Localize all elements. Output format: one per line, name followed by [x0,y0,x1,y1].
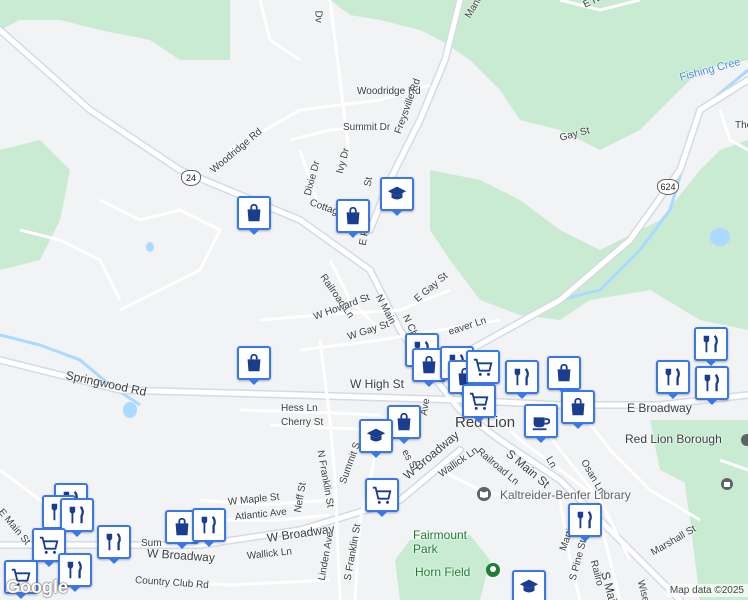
map-attribution[interactable]: Map data ©2025 [665,584,748,597]
restaurant-pin[interactable] [694,327,728,366]
route-624-shield: 624 [657,179,679,195]
landmark-icon [741,434,748,446]
library-icon[interactable] [476,486,492,502]
cafe-pin[interactable] [524,404,558,443]
street-label: Hess Ln [281,403,318,414]
shopping-bag-icon [247,353,261,372]
restaurant-pin[interactable] [97,525,131,564]
grocery-pin[interactable] [365,478,399,517]
shopping-pin[interactable] [336,199,370,238]
pond [146,242,154,252]
shopping-bag-icon [346,206,360,225]
fork-knife-icon [577,511,592,529]
school-pin[interactable] [359,419,393,458]
school-pin[interactable] [380,177,414,216]
street-label: E Broadway [627,401,692,415]
street-label: W High St [350,377,405,391]
fork-knife-icon [514,368,529,386]
fork-knife-icon [201,516,216,534]
fork-knife-icon [704,374,719,392]
park-label: Fairmount Park [413,528,468,556]
park-label: Horn Field [415,565,471,579]
shopping-bag-icon [422,355,436,374]
shopping-bag-icon [557,363,571,382]
graduation-cap-icon [366,428,386,442]
borough-label: Red Lion Borough [625,432,722,446]
shopping-cart-icon [473,358,493,376]
park-icon [486,563,500,577]
shopping-pin[interactable] [237,196,271,235]
google-logo: Google [6,577,68,597]
shopping-pin[interactable] [547,356,581,395]
shopping-bag-icon [175,517,189,536]
street-label: Cherry St [281,417,324,428]
library-label[interactable]: Kaltreider-Benfer Library [500,488,631,502]
park-area [430,140,748,330]
graduation-cap-icon [387,186,407,200]
pond [123,402,137,418]
restaurant-pin[interactable] [656,360,690,399]
restaurant-pin[interactable] [60,498,94,537]
coffee-cup-icon [532,417,551,431]
restaurant-pin[interactable] [695,366,729,405]
restaurant-pin[interactable] [192,508,226,547]
street-label: Summit Dr [343,122,391,133]
shopping-cart-icon [469,392,489,410]
shopping-pin[interactable] [237,346,271,385]
park-area [230,0,748,150]
shopping-cart-icon [39,536,59,554]
fork-knife-icon [665,368,680,386]
school-pin[interactable] [512,570,546,600]
restaurant-pin[interactable] [568,503,602,542]
park-area [0,140,70,270]
grocery-pin[interactable] [462,384,496,423]
shopping-cart-icon [372,486,392,504]
park-area [680,440,748,600]
route-24-shield: 24 [181,170,201,186]
landmark-icon [721,478,733,490]
street-label: The [735,120,748,131]
shopping-pin[interactable] [561,390,595,429]
shopping-bag-icon [397,412,411,431]
shopping-bag-icon [247,203,261,222]
fork-knife-icon [69,506,84,524]
grocery-pin[interactable] [466,350,500,389]
street-label: St [362,176,376,188]
fork-knife-icon [106,533,121,551]
pond [710,228,730,246]
map-canvas[interactable]: 24 624 Manor E R Dv Woodridge Rd Freysvi… [0,0,748,600]
street-label: Dv [312,10,324,23]
fork-knife-icon [703,335,718,353]
graduation-cap-icon [519,579,539,593]
park-area [0,0,230,60]
restaurant-pin[interactable] [505,360,539,399]
shopping-bag-icon [571,397,585,416]
